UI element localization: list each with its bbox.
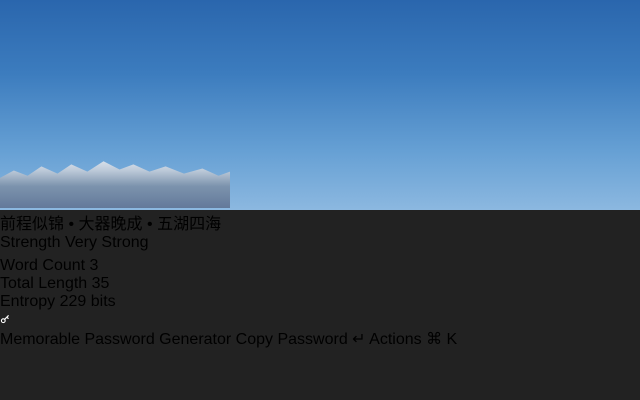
entropy-total-value: 229 bits [60, 293, 116, 310]
total-length-value: 35 [92, 275, 110, 292]
strength-row: Strength Very Strong [0, 234, 640, 252]
k-key-icon: K [447, 331, 458, 348]
stats-section: Strength Very Strong Word Count 3 Total … [0, 234, 640, 311]
total-length-row: Total Length 35 [0, 275, 640, 293]
strength-label: Strength [0, 234, 60, 251]
actions-button[interactable]: Actions [369, 331, 421, 348]
components-tags: 前程似锦 • 大器晚成 • 五湖四海 [0, 210, 640, 234]
app-icon [0, 311, 640, 329]
return-key-icon: ↵ [352, 331, 365, 348]
bullet-separator: • [147, 216, 153, 233]
app-name: Memorable Password Generator [0, 331, 231, 348]
bullet-separator: • [68, 216, 74, 233]
screen: ← Filter by password or plaintext words.… [0, 0, 640, 400]
copy-password-button[interactable]: Copy Password [236, 331, 348, 348]
key-icon [0, 314, 10, 324]
word-count-row: Word Count 3 [0, 257, 640, 275]
word-count-value: 3 [90, 257, 99, 274]
wallpaper-mountains-right [535, 158, 640, 206]
idiom-tag: 大器晚成 [79, 216, 143, 233]
entropy-label: Entropy [0, 293, 55, 310]
entropy-row: Entropy 229 bits [0, 293, 640, 311]
total-length-label: Total Length [0, 275, 87, 292]
command-key-icon: ⌘ [426, 331, 442, 348]
idiom-tag: 五湖四海 [157, 216, 221, 233]
strength-badge: Very Strong [65, 234, 149, 251]
idiom-tag: 前程似锦 [0, 216, 64, 233]
word-count-label: Word Count [0, 257, 85, 274]
footer-bar: Memorable Password Generator Copy Passwo… [0, 311, 640, 349]
